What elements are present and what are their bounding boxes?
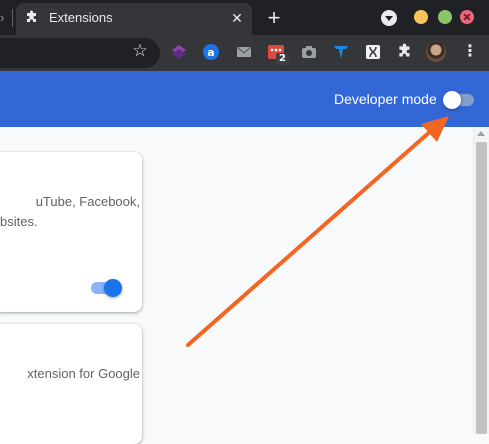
scroll-up-arrow-icon[interactable] xyxy=(477,131,485,136)
extension-enable-toggle[interactable] xyxy=(104,279,122,297)
previous-tab-edge[interactable]: › xyxy=(0,10,6,26)
tab-strip: › Extensions ✕ + xyxy=(0,0,489,35)
scrollbar-thumb[interactable] xyxy=(476,142,487,434)
window-minimize-button[interactable] xyxy=(414,10,428,24)
tab-search-icon[interactable] xyxy=(381,10,397,26)
tab-title: Extensions xyxy=(49,10,113,25)
browser-toolbar: ☆ a 2 ⋮ xyxy=(0,35,489,71)
notification-badge: 2 xyxy=(276,53,289,65)
svg-text:a: a xyxy=(207,46,214,59)
extension-card: uTube, Facebook, bsites. xyxy=(0,152,142,312)
extension-description-line: xtension for Google xyxy=(27,366,140,381)
vpn-extension-icon[interactable] xyxy=(332,43,350,61)
annotation-arrow-shaft xyxy=(186,128,434,347)
camera-extension-icon[interactable] xyxy=(300,43,318,61)
extension-description-line: uTube, Facebook, xyxy=(35,194,140,209)
more-menu-icon[interactable]: ⋮ xyxy=(462,43,478,61)
extension-description-line: bsites. xyxy=(0,214,38,229)
developer-mode-toggle[interactable] xyxy=(443,91,461,109)
window-maximize-button[interactable] xyxy=(438,10,452,24)
bookmark-star-icon[interactable]: ☆ xyxy=(131,42,149,60)
tab-divider xyxy=(12,9,13,27)
new-tab-button[interactable]: + xyxy=(263,7,285,29)
window-close-button[interactable] xyxy=(460,10,474,24)
puzzle-extensions-icon[interactable] xyxy=(396,43,414,61)
mail-extension-icon[interactable] xyxy=(235,43,253,61)
layers-extension-icon[interactable] xyxy=(170,43,188,61)
extensions-header: Developer mode xyxy=(0,71,489,127)
puzzle-icon xyxy=(27,10,36,22)
profile-avatar[interactable] xyxy=(426,42,446,62)
developer-mode-label: Developer mode xyxy=(334,91,437,107)
tab-close-icon[interactable]: ✕ xyxy=(228,9,246,27)
at-sign-extension-icon[interactable]: a xyxy=(202,43,220,61)
dna-extension-icon[interactable] xyxy=(364,43,382,61)
extension-card: xtension for Google xyxy=(0,324,142,444)
